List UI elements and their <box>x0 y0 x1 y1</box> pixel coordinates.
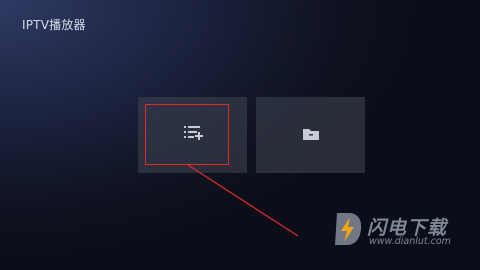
app-title: IPTV播放器 <box>22 18 86 32</box>
folder-card[interactable] <box>256 97 365 173</box>
folder-icon <box>302 126 320 145</box>
lightning-logo-icon <box>335 213 362 245</box>
watermark-title: 闪电下载 <box>367 217 448 239</box>
playlist-add-card[interactable] <box>138 97 247 173</box>
playlist-add-icon <box>183 125 203 145</box>
watermark: 闪电下载 www.dianlut.com <box>333 212 473 252</box>
watermark-url: www.dianlut.com <box>369 236 451 247</box>
